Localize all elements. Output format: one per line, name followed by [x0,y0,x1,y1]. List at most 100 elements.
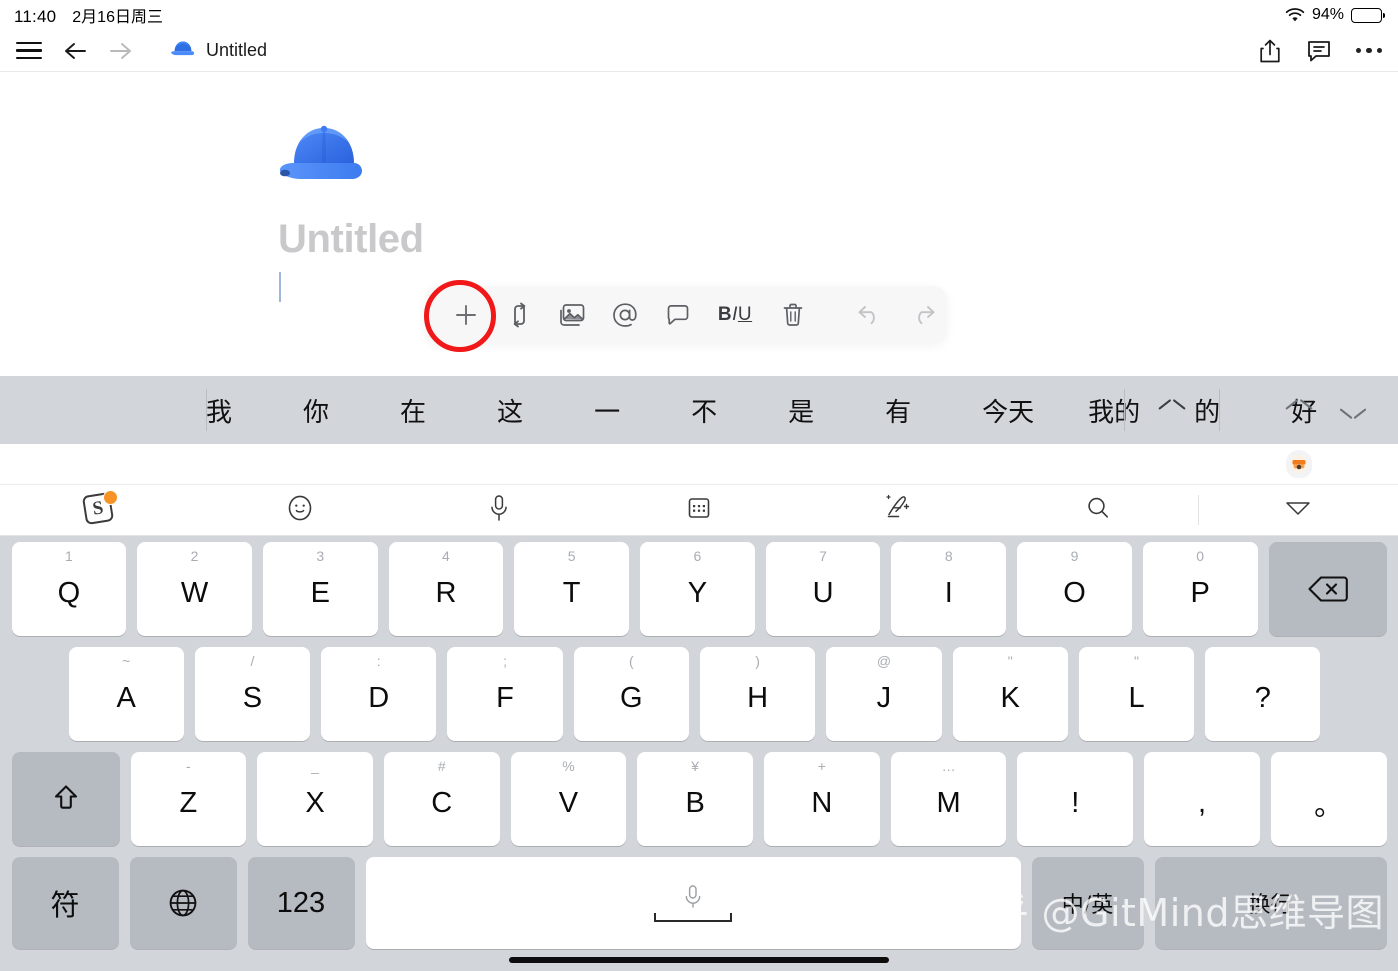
add-block-button[interactable] [439,292,492,338]
image-icon[interactable] [545,292,598,338]
key-S[interactable]: / S [194,647,311,741]
key-O[interactable]: 9O [1017,542,1132,636]
hide-keyboard-button[interactable] [1198,484,1398,536]
status-bar-right: 94% [1285,6,1385,24]
key-sub-label: ( [628,653,634,669]
comment-bubble-icon[interactable] [651,292,704,338]
undo-icon[interactable] [843,292,896,338]
key-H[interactable]: ) H [699,647,816,741]
status-bar-left: 11:40 2月16日周三 [14,3,163,27]
key-main-label: ! [1071,786,1080,819]
key-T[interactable]: 5T [514,542,630,636]
user-avatar-icon[interactable] [1286,450,1312,478]
enter-key[interactable]: 换行 [1154,857,1387,949]
voice-input-button[interactable] [399,484,599,536]
key-exclamation[interactable]: ! [1017,752,1134,846]
candidate-item[interactable]: 是 [788,388,814,433]
key-G[interactable]: (G [573,647,689,741]
candidate-item[interactable]: 你 [303,388,329,433]
hamburger-menu-icon[interactable] [6,31,52,71]
nav-left-group: Untitled [6,31,267,71]
document-emoji[interactable] [278,117,366,192]
key-V[interactable]: % V [510,752,627,846]
key-main-label: X [305,786,325,819]
document-heading-placeholder[interactable]: Untitled [278,217,424,262]
candidate-pager [1286,376,1384,444]
candidate-left-divider [206,389,207,431]
key-I[interactable]: 8I [891,542,1007,636]
key-F[interactable]: ; F [447,647,563,741]
key-sub-label: ~ [122,653,131,669]
sogou-logo-button[interactable]: S [0,484,200,536]
space-key[interactable] [365,857,1021,949]
globe-key[interactable] [129,857,237,949]
key-Z[interactable]: -Z [130,752,247,846]
key-M[interactable]: … M [890,752,1007,846]
trash-icon[interactable] [766,292,819,338]
keyboard-layout-button[interactable] [599,484,799,536]
candidate-item[interactable]: 不 [691,388,717,433]
key-main-label: Y [687,576,708,609]
key-main-label: F [496,681,514,714]
cn-en-key-label: 中/英 [1061,893,1114,918]
key-main-label: A [116,681,136,714]
redo-icon[interactable] [896,292,949,338]
key-W[interactable]: 2W [137,542,252,636]
key-main-label: J [876,681,892,714]
emoji-button[interactable] [200,484,400,536]
more-dots-icon[interactable] [1355,47,1382,54]
handwriting-button[interactable] [799,484,999,536]
key-E[interactable]: 3E [262,542,378,636]
key-D[interactable]: :D [321,647,437,741]
key-N[interactable]: + N [764,752,880,846]
key-B[interactable]: ¥ B [637,752,754,846]
key-main-label: S [242,681,263,714]
search-button[interactable] [999,484,1199,536]
backspace-key[interactable] [1268,542,1387,636]
key-period[interactable]: 。 [1270,752,1387,846]
shift-key[interactable] [11,752,120,846]
key-main-label: I [944,576,953,609]
key-A[interactable]: ~ A [68,647,184,741]
home-indicator [509,957,889,963]
symbols-key[interactable]: 符 [11,857,119,949]
key-J[interactable]: @ J [826,647,942,741]
key-sub-label: - [186,758,191,774]
key-P[interactable]: 0P [1142,542,1258,636]
document-title-chip[interactable]: Untitled [170,37,267,64]
key-K[interactable]: " K [952,647,1068,741]
candidate-item[interactable]: 有 [885,388,911,433]
key-Q[interactable]: 1Q [11,542,127,636]
candidate-item[interactable]: 一 [594,388,620,433]
arrow-left-icon[interactable] [52,31,98,71]
candidate-item[interactable]: 这 [497,388,523,433]
key-R[interactable]: 4R [388,542,504,636]
key-L[interactable]: " L [1078,647,1195,741]
key-sub-label: 9 [1070,548,1079,564]
share-icon[interactable] [1258,38,1282,64]
move-arrows-icon[interactable] [492,292,545,338]
chinese-english-toggle-key[interactable]: 中/英 [1031,857,1144,949]
key-sub-label: ) [755,653,760,669]
blue-cap-emoji [170,37,196,64]
page-down-chevron-icon[interactable] [1340,403,1366,418]
key-comma[interactable]: , [1144,752,1260,846]
key-C[interactable]: # C [383,752,500,846]
numbers-key[interactable]: 123 [247,857,355,949]
at-icon[interactable] [598,292,651,338]
virtual-keyboard: 1Q 2W 3E 4R 5T 6Y 7U 8I 9O 0P ~A /S : [0,536,1398,971]
key-main-label: N [811,786,833,819]
comment-icon[interactable] [1306,38,1332,64]
page-up-chevron-icon[interactable] [1286,403,1312,418]
candidate-item[interactable]: 今天 [982,388,1034,433]
key-main-label: M [936,786,961,819]
candidate-item[interactable]: 在 [400,388,426,433]
key-X[interactable]: _ X [257,752,373,846]
candidate-expand-button[interactable] [1124,376,1220,444]
key-U[interactable]: 7U [765,542,881,636]
key-Y[interactable]: 6Y [640,542,755,636]
arrow-right-icon[interactable] [98,31,144,71]
candidate-item[interactable]: 我 [206,388,232,433]
bold-italic-underline-icon[interactable]: BIU [704,292,766,338]
key-question[interactable]: ? [1205,647,1321,741]
